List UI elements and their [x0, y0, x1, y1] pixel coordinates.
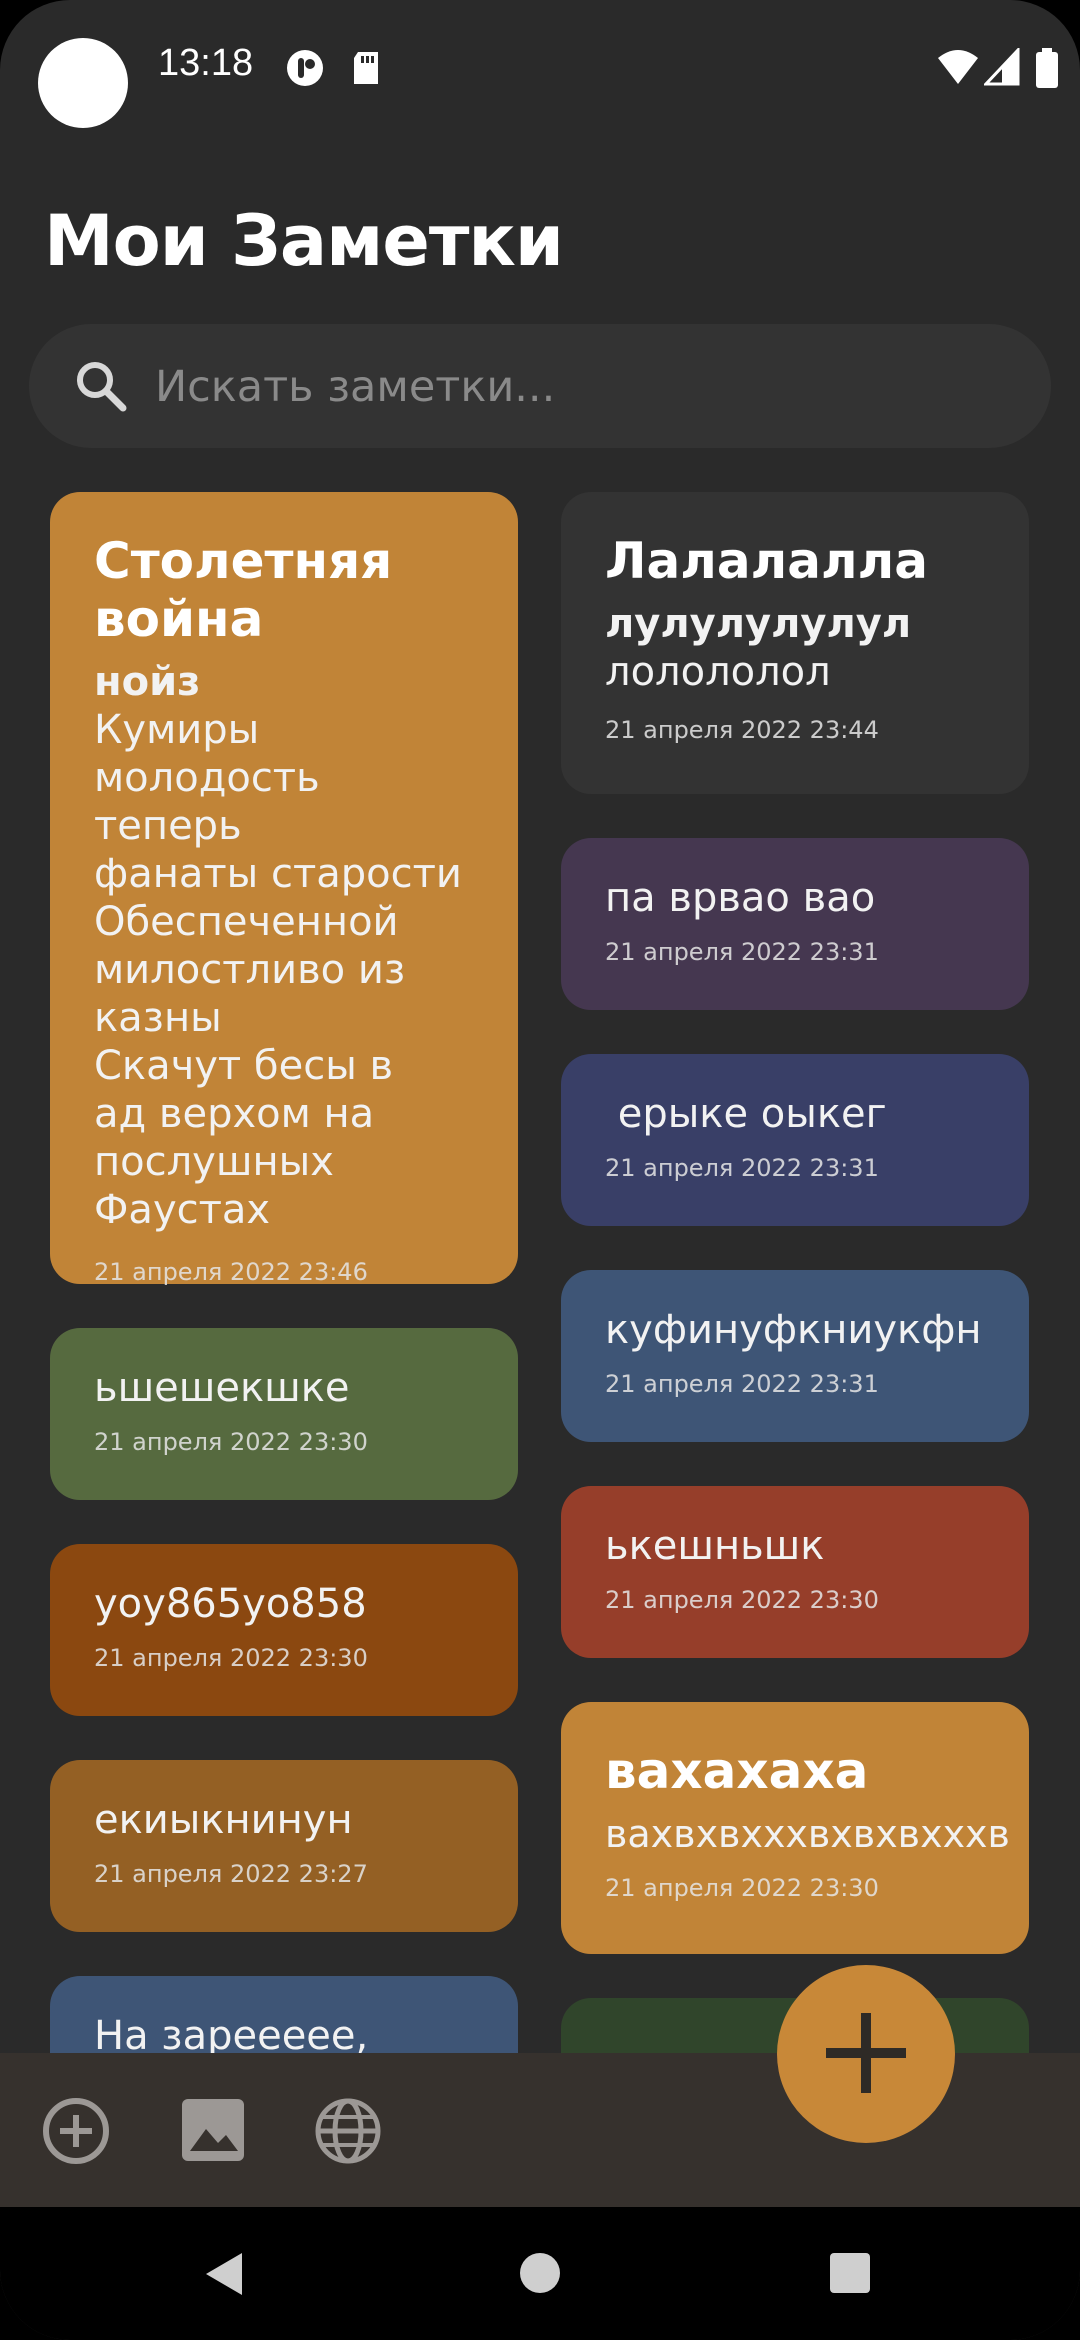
wifi-icon: [938, 50, 978, 84]
note-card[interactable]: Лалалалла лулулулулул лолололол 21 апреля…: [561, 492, 1029, 794]
note-date: 21 апреля 2022 23:30: [605, 1586, 879, 1614]
recents-icon[interactable]: [828, 2251, 872, 2295]
notes-grid: Столетняя война нойз Кумиры молодость теп…: [0, 490, 1080, 2053]
home-icon[interactable]: [518, 2251, 562, 2295]
camera-cutout: [38, 38, 128, 128]
search-icon: [77, 362, 127, 412]
note-date: 21 апреля 2022 23:31: [605, 1154, 879, 1182]
page-title: Мои Заметки: [44, 200, 564, 282]
note-card[interactable]: вахахаха вахвхвхххвхвхвхххв 21 апреля 20…: [561, 1702, 1029, 1954]
note-body-first-line: нойз: [94, 659, 201, 705]
app-screen: 13:18 Мои Заметки Искать заметки... Стол…: [0, 0, 1080, 2340]
note-body: ьшешекшке: [94, 1365, 350, 1411]
note-body: па врвао вао: [605, 875, 876, 921]
note-body: лулулулулул лолололол: [605, 600, 985, 696]
note-card[interactable]: па врвао вао 21 апреля 2022 23:31: [561, 838, 1029, 1010]
back-icon[interactable]: [202, 2251, 248, 2297]
sd-card-icon: [354, 52, 378, 84]
system-nav-bar: [0, 2207, 1080, 2340]
note-title: вахахаха: [605, 1742, 869, 1800]
search-bar[interactable]: [29, 324, 1051, 448]
plus-icon: [826, 2012, 906, 2093]
note-body: вахвхвхххвхвхвхххв: [605, 1812, 1010, 1856]
note-body-text: Кумиры молодость теперь фанаты старости …: [94, 707, 462, 1233]
search-input[interactable]: [153, 354, 1017, 420]
note-card[interactable]: Столетняя война нойз Кумиры молодость теп…: [50, 492, 518, 1286]
note-card[interactable]: На зареееее,: [50, 1976, 518, 2053]
signal-icon: [984, 48, 1020, 86]
add-circle-icon[interactable]: [40, 2095, 112, 2167]
note-body-text: лолололол: [605, 649, 831, 695]
note-body: ерыке оыкег: [605, 1091, 887, 1137]
note-card[interactable]: ькешньшк 21 апреля 2022 23:30: [561, 1486, 1029, 1658]
add-note-fab[interactable]: [777, 1965, 955, 2143]
note-date: 21 апреля 2022 23:30: [94, 1644, 368, 1672]
note-body: ькешньшк: [605, 1523, 825, 1569]
note-body: На зареееее,: [94, 2013, 369, 2053]
note-body: екиыкнинун: [94, 1797, 353, 1843]
note-date: 21 апреля 2022 23:46: [94, 1258, 368, 1286]
note-card[interactable]: ерыке оыкег 21 апреля 2022 23:31: [561, 1054, 1029, 1226]
note-date: 21 апреля 2022 23:31: [605, 1370, 879, 1398]
battery-icon: [1036, 48, 1058, 88]
note-card[interactable]: куфинуфкниукфн 21 апреля 2022 23:31: [561, 1270, 1029, 1442]
note-date: 21 апреля 2022 23:27: [94, 1860, 368, 1888]
note-card[interactable]: ьшешекшке 21 апреля 2022 23:30: [50, 1328, 518, 1500]
note-body: нойз Кумиры молодость теперь фанаты старо…: [94, 658, 474, 1234]
note-date: 21 апреля 2022 23:30: [94, 1428, 368, 1456]
status-time: 13:18: [158, 42, 254, 84]
note-date: 21 апреля 2022 23:31: [605, 938, 879, 966]
note-body-first-line: лулулулулул: [605, 601, 912, 647]
note-title: Столетняя война: [94, 532, 393, 648]
note-title: Лалалалла: [605, 532, 928, 590]
note-date: 21 апреля 2022 23:44: [605, 716, 879, 744]
podcast-app-icon: [287, 50, 323, 86]
globe-icon[interactable]: [312, 2095, 384, 2167]
note-body: yoy865yo858: [94, 1581, 367, 1627]
note-date: 21 апреля 2022 23:30: [605, 1874, 879, 1902]
note-card[interactable]: екиыкнинун 21 апреля 2022 23:27: [50, 1760, 518, 1932]
note-body: куфинуфкниукфн: [605, 1307, 982, 1353]
note-card[interactable]: yoy865yo858 21 апреля 2022 23:30: [50, 1544, 518, 1716]
image-icon[interactable]: [178, 2095, 248, 2165]
status-bar: 13:18: [0, 0, 1080, 140]
